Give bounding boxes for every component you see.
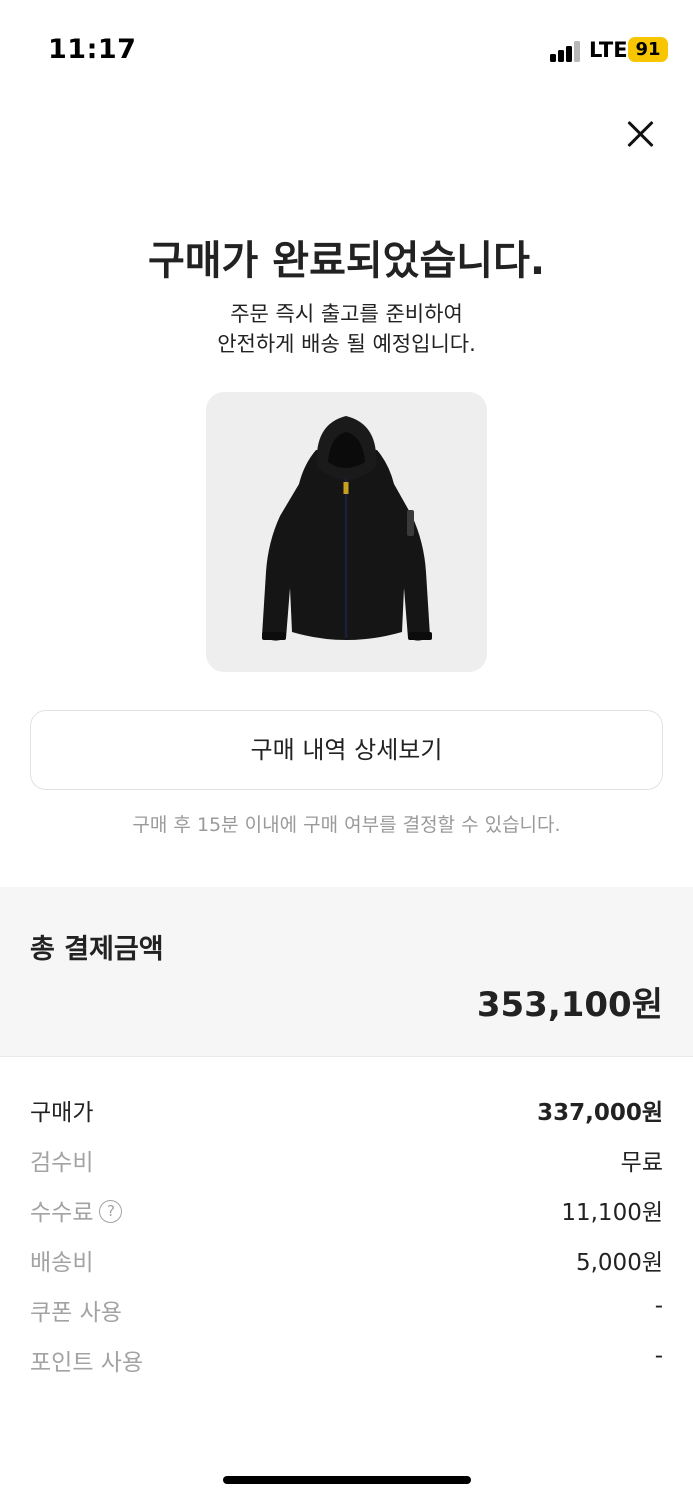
- total-payment-panel: 총 결제금액 353,100원: [0, 887, 693, 1057]
- subtitle-line-2: 안전하게 배송 될 예정입니다.: [217, 332, 476, 356]
- commission-value: 11,100원: [561, 1200, 663, 1226]
- purchase-price-value: 337,000원: [537, 1100, 663, 1126]
- breakdown-row-points: 포인트 사용 -: [30, 1343, 663, 1377]
- total-payment-value: 353,100원: [476, 985, 663, 1025]
- commission-label-wrap: 수수료?: [30, 1193, 123, 1227]
- purchase-price-label: 구매가: [30, 1100, 94, 1126]
- status-bar: 11:17 LTE 91: [0, 0, 693, 100]
- network-type: LTE: [589, 38, 628, 62]
- breakdown-row-shipping-fee: 배송비 5,000원: [30, 1243, 663, 1277]
- breakdown-row-inspection-fee: 검수비 무료: [30, 1143, 663, 1177]
- coupon-value: -: [654, 1293, 663, 1319]
- view-purchase-details-button[interactable]: 구매 내역 상세보기: [30, 710, 663, 790]
- jacket-icon: [262, 416, 432, 641]
- shipping-fee-value: 5,000원: [575, 1250, 663, 1276]
- subtitle-line-1: 주문 즉시 출고를 준비하여: [230, 302, 463, 326]
- inspection-fee-label: 검수비: [30, 1150, 94, 1176]
- battery-icon: 91: [628, 37, 668, 62]
- inspection-fee-value: 무료: [620, 1150, 663, 1176]
- product-image: [206, 392, 487, 672]
- close-button[interactable]: [622, 115, 660, 153]
- breakdown-row-coupon: 쿠폰 사용 -: [30, 1293, 663, 1327]
- home-indicator[interactable]: [223, 1476, 471, 1484]
- total-payment-label: 총 결제금액: [30, 934, 164, 965]
- help-icon[interactable]: ?: [99, 1200, 123, 1223]
- breakdown-row-commission: 수수료? 11,100원: [30, 1193, 663, 1227]
- status-time: 11:17: [48, 34, 137, 65]
- decision-notice: 구매 후 15분 이내에 구매 여부를 결정할 수 있습니다.: [132, 814, 561, 836]
- commission-label: 수수료: [30, 1200, 94, 1226]
- purchase-complete-screen: 11:17 LTE 91 구매가 완료되었습니다. 주문 즉시 출고를 준비하여…: [0, 0, 693, 1500]
- page-title: 구매가 완료되었습니다.: [147, 238, 546, 284]
- shipping-fee-label: 배송비: [30, 1250, 94, 1276]
- breakdown-row-purchase-price: 구매가 337,000원: [30, 1093, 663, 1127]
- points-label: 포인트 사용: [30, 1350, 144, 1376]
- points-value: -: [654, 1343, 663, 1369]
- coupon-label: 쿠폰 사용: [30, 1300, 122, 1326]
- cellular-signal-icon: [550, 40, 582, 62]
